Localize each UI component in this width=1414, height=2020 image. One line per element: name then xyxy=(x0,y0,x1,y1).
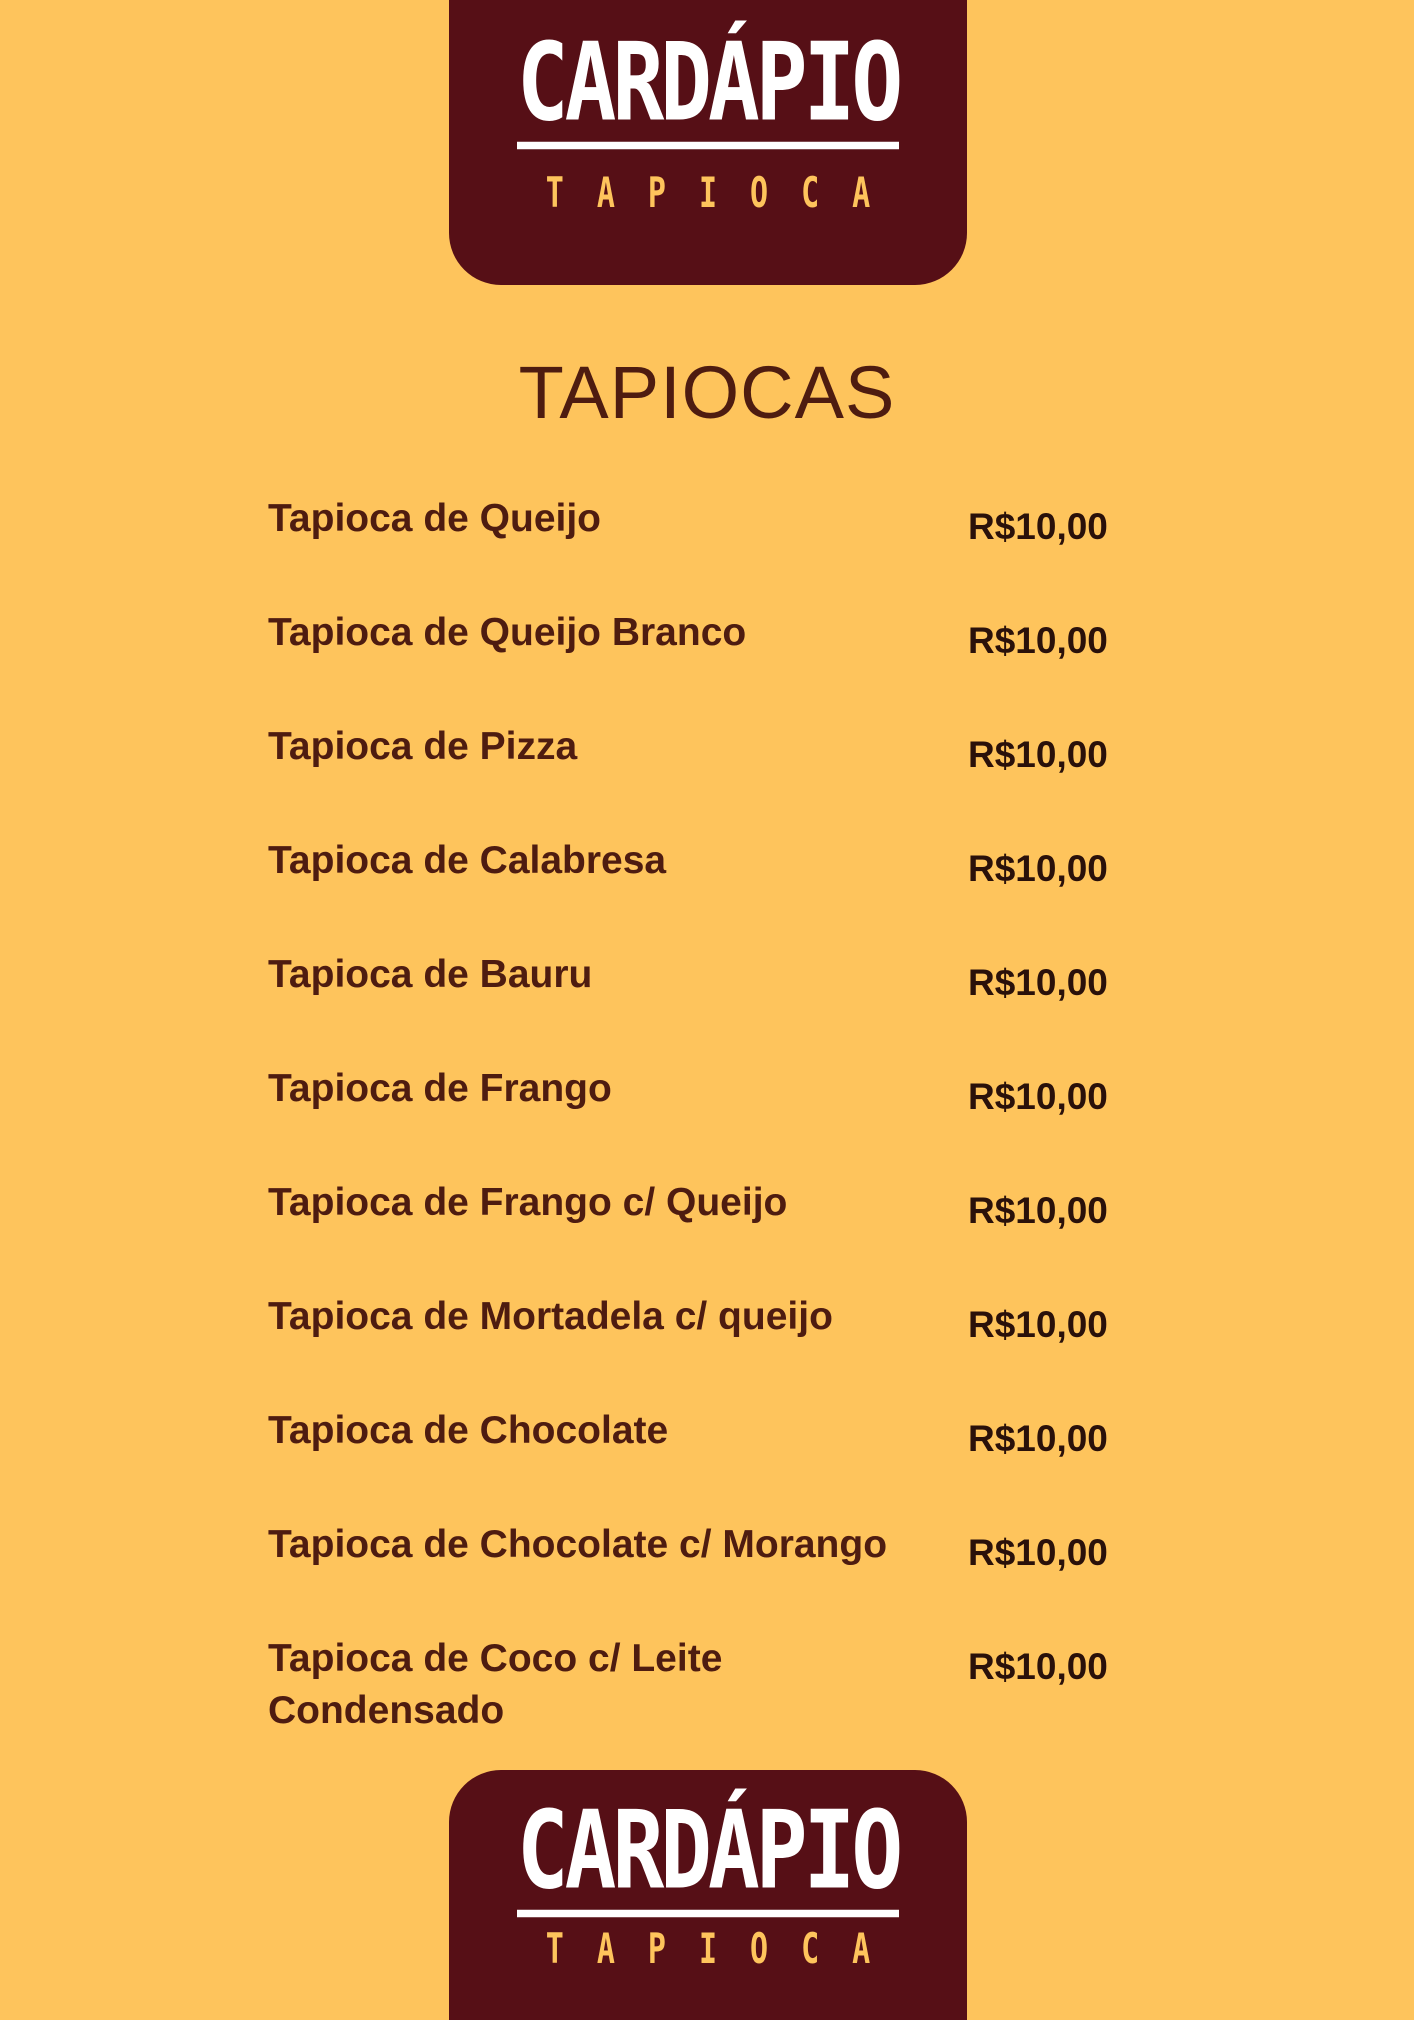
item-price: R$10,00 xyxy=(968,506,1108,547)
section-title: TAPIOCAS xyxy=(518,351,896,434)
menu-item: Tapioca de Bauru R$10,00 xyxy=(268,949,1148,1063)
item-name: Tapioca de Pizza xyxy=(268,725,578,768)
item-price: R$10,00 xyxy=(968,734,1108,775)
menu-item: Tapioca de Queijo R$10,00 xyxy=(268,493,1148,607)
logo-title: CARDÁPIO xyxy=(516,1797,903,1918)
menu-item: Tapioca de Frango R$10,00 xyxy=(268,1063,1148,1177)
menu-item: Tapioca de Chocolate R$10,00 xyxy=(268,1405,1148,1519)
item-name: Tapioca de Chocolate xyxy=(268,1409,669,1452)
logo-subtitle: TAPIOCA xyxy=(545,1925,904,1974)
item-price: R$10,00 xyxy=(968,1532,1108,1573)
item-name: Tapioca de Calabresa xyxy=(268,839,667,882)
menu-item: Tapioca de Queijo Branco R$10,00 xyxy=(268,607,1148,721)
item-price: R$10,00 xyxy=(968,1418,1108,1459)
item-price: R$10,00 xyxy=(968,1076,1108,1117)
item-name: Tapioca de Bauru xyxy=(268,953,593,996)
logo-subtitle: TAPIOCA xyxy=(545,169,904,218)
item-price: R$10,00 xyxy=(968,1190,1108,1231)
menu-item: Tapioca de Pizza R$10,00 xyxy=(268,721,1148,835)
item-name: Tapioca de Chocolate c/ Morango xyxy=(268,1523,888,1566)
menu-list: Tapioca de Queijo R$10,00 Tapioca de Que… xyxy=(268,493,1148,1743)
menu-item: Tapioca de Frango c/ Queijo R$10,00 xyxy=(268,1177,1148,1291)
item-price: R$10,00 xyxy=(968,620,1108,661)
menu-item: Tapioca de Mortadela c/ queijo R$10,00 xyxy=(268,1291,1148,1405)
item-price: R$10,00 xyxy=(968,962,1108,1003)
logo-title: CARDÁPIO xyxy=(516,29,903,150)
menu-item: Tapioca de Calabresa R$10,00 xyxy=(268,835,1148,949)
item-name: Tapioca de Queijo Branco xyxy=(268,611,747,654)
logo-top: CARDÁPIO TAPIOCA xyxy=(449,0,967,285)
logo-bottom: CARDÁPIO TAPIOCA xyxy=(449,1770,967,2020)
item-name: Tapioca de Coco c/ Leite Condensado xyxy=(268,1637,723,1732)
item-name: Tapioca de Frango c/ Queijo xyxy=(268,1181,788,1224)
item-name: Tapioca de Frango xyxy=(268,1067,612,1110)
menu-item: Tapioca de Coco c/ Leite Condensado R$10… xyxy=(268,1633,1148,1743)
item-price: R$10,00 xyxy=(968,848,1108,889)
menu-item: Tapioca de Chocolate c/ Morango R$10,00 xyxy=(268,1519,1148,1633)
item-price: R$10,00 xyxy=(968,1646,1108,1687)
item-price: R$10,00 xyxy=(968,1304,1108,1345)
item-name: Tapioca de Mortadela c/ queijo xyxy=(268,1295,833,1338)
item-name: Tapioca de Queijo xyxy=(268,497,602,540)
